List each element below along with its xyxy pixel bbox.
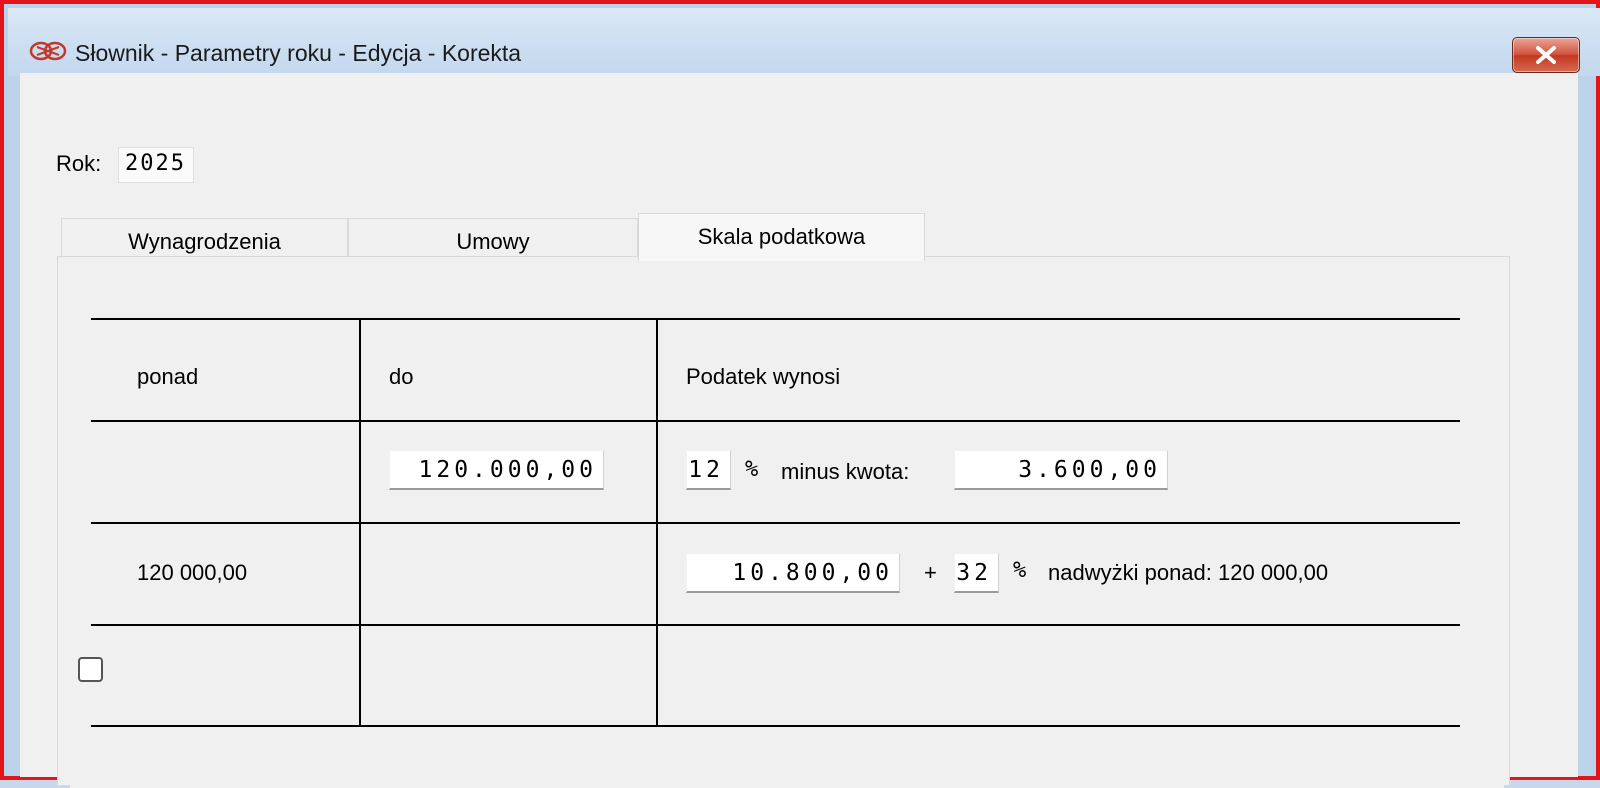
tax-scale-panel xyxy=(70,268,1504,788)
close-x-icon xyxy=(1536,46,1556,64)
row2-excess-label: nadwyżki ponad: 120 000,00 xyxy=(1048,560,1329,585)
table-line-bottom xyxy=(91,725,1460,727)
year-label: Rok: xyxy=(56,151,102,176)
table-column-divider-1 xyxy=(359,320,361,727)
row1-minus-label: minus kwota: xyxy=(781,459,910,484)
row1-rate-input[interactable]: 12 xyxy=(686,450,731,490)
title-bar[interactable]: Słownik - Parametry roku - Edycja - Kore… xyxy=(8,8,1600,76)
table-line-header xyxy=(91,420,1460,422)
year-value: 2025 xyxy=(118,147,194,183)
row2-percent-sign: % xyxy=(1013,558,1027,583)
table-line-row1 xyxy=(91,522,1460,524)
row1-to-input[interactable]: 120.000,00 xyxy=(389,450,604,490)
tab-umowy[interactable]: Umowy xyxy=(348,218,638,258)
linked-rings-icon xyxy=(29,41,67,61)
row2-rate-input[interactable]: 32 xyxy=(954,553,999,593)
close-button[interactable] xyxy=(1512,37,1580,73)
window-title: Słownik - Parametry roku - Edycja - Kore… xyxy=(75,40,522,66)
row2-plus-sign: + xyxy=(924,560,937,585)
table-line-row2 xyxy=(91,624,1460,626)
tab-skala-podatkowa[interactable]: Skala podatkowa xyxy=(638,213,925,261)
row1-minus-amount-input[interactable]: 3.600,00 xyxy=(954,450,1168,490)
row2-over-value: 120 000,00 xyxy=(137,560,248,585)
row1-percent-sign: % xyxy=(745,457,759,482)
header-tax: Podatek wynosi xyxy=(686,364,841,389)
header-over: ponad xyxy=(137,364,199,389)
row3-checkbox[interactable] xyxy=(78,657,103,682)
row2-base-amount-input[interactable]: 10.800,00 xyxy=(686,553,900,593)
table-line-top xyxy=(91,318,1460,320)
table-column-divider-2 xyxy=(656,320,658,727)
tab-wynagrodzenia[interactable]: Wynagrodzenia xyxy=(61,218,348,258)
header-to: do xyxy=(389,364,414,389)
